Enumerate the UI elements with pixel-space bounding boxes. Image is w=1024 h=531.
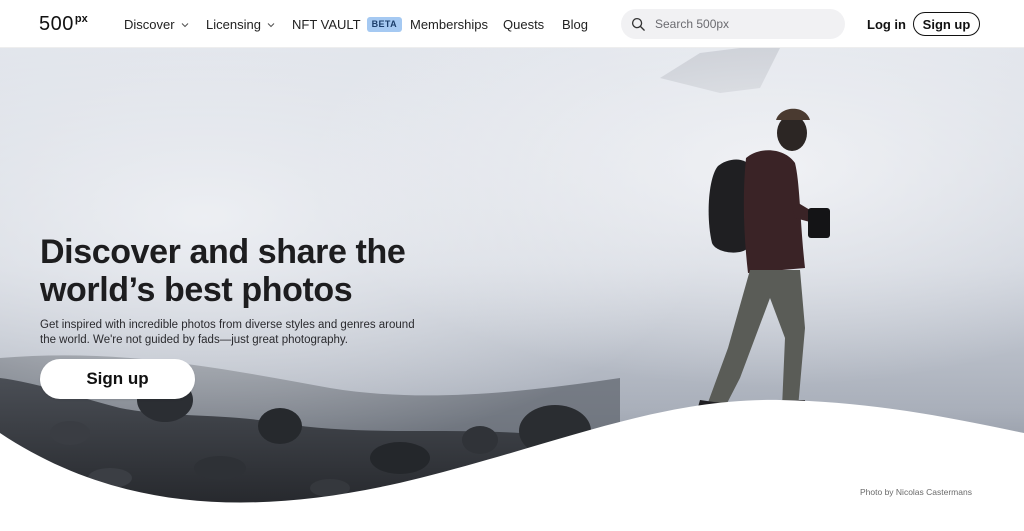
logo-500px[interactable]: 500 px: [39, 12, 88, 36]
signup-button-nav[interactable]: Sign up: [913, 12, 980, 36]
nav-quests-label: Quests: [503, 16, 545, 32]
chevron-down-icon: [181, 22, 188, 27]
nav-licensing-label: Licensing: [206, 16, 261, 32]
nav-blog[interactable]: Blog: [562, 0, 588, 48]
hero-title-line2: world’s best photos: [40, 271, 353, 309]
photo-credit-overlay[interactable]: Photo by Nicolas Castermans: [865, 451, 957, 458]
nav-discover[interactable]: Discover: [124, 0, 190, 48]
nav-blog-label: Blog: [562, 16, 589, 32]
top-navigation: 500 px Discover Licensing NFT VAULT BETA…: [0, 0, 1024, 48]
nav-memberships-label: Memberships: [410, 16, 489, 32]
search-input[interactable]: [655, 17, 835, 31]
photo-credit[interactable]: Photo by Nicolas Castermans: [860, 487, 972, 497]
nav-quests[interactable]: Quests: [503, 0, 544, 48]
search-icon: [631, 17, 645, 31]
logo-superscript: px: [74, 13, 88, 25]
hero-title-line1: Discover and share the: [40, 233, 406, 271]
nav-memberships[interactable]: Memberships: [410, 0, 488, 48]
nav-nft-vault[interactable]: NFT VAULT BETA: [292, 0, 403, 48]
login-link[interactable]: Log in: [867, 0, 906, 48]
hero-subtitle: Get inspired with incredible photos from…: [40, 319, 415, 346]
logo-text: 500: [39, 13, 74, 35]
nav-nft-vault-label: NFT VAULT: [292, 16, 361, 32]
hero-signup-button[interactable]: Sign up: [40, 359, 195, 399]
nav-licensing[interactable]: Licensing: [206, 0, 276, 48]
search-bar[interactable]: [621, 9, 845, 39]
hero-title: Discover and share the world’s best phot…: [40, 233, 460, 309]
beta-badge: BETA: [366, 16, 403, 32]
hero-section: Discover and share the world’s best phot…: [0, 48, 1024, 531]
nav-discover-label: Discover: [124, 16, 175, 32]
chevron-down-icon: [267, 22, 275, 27]
